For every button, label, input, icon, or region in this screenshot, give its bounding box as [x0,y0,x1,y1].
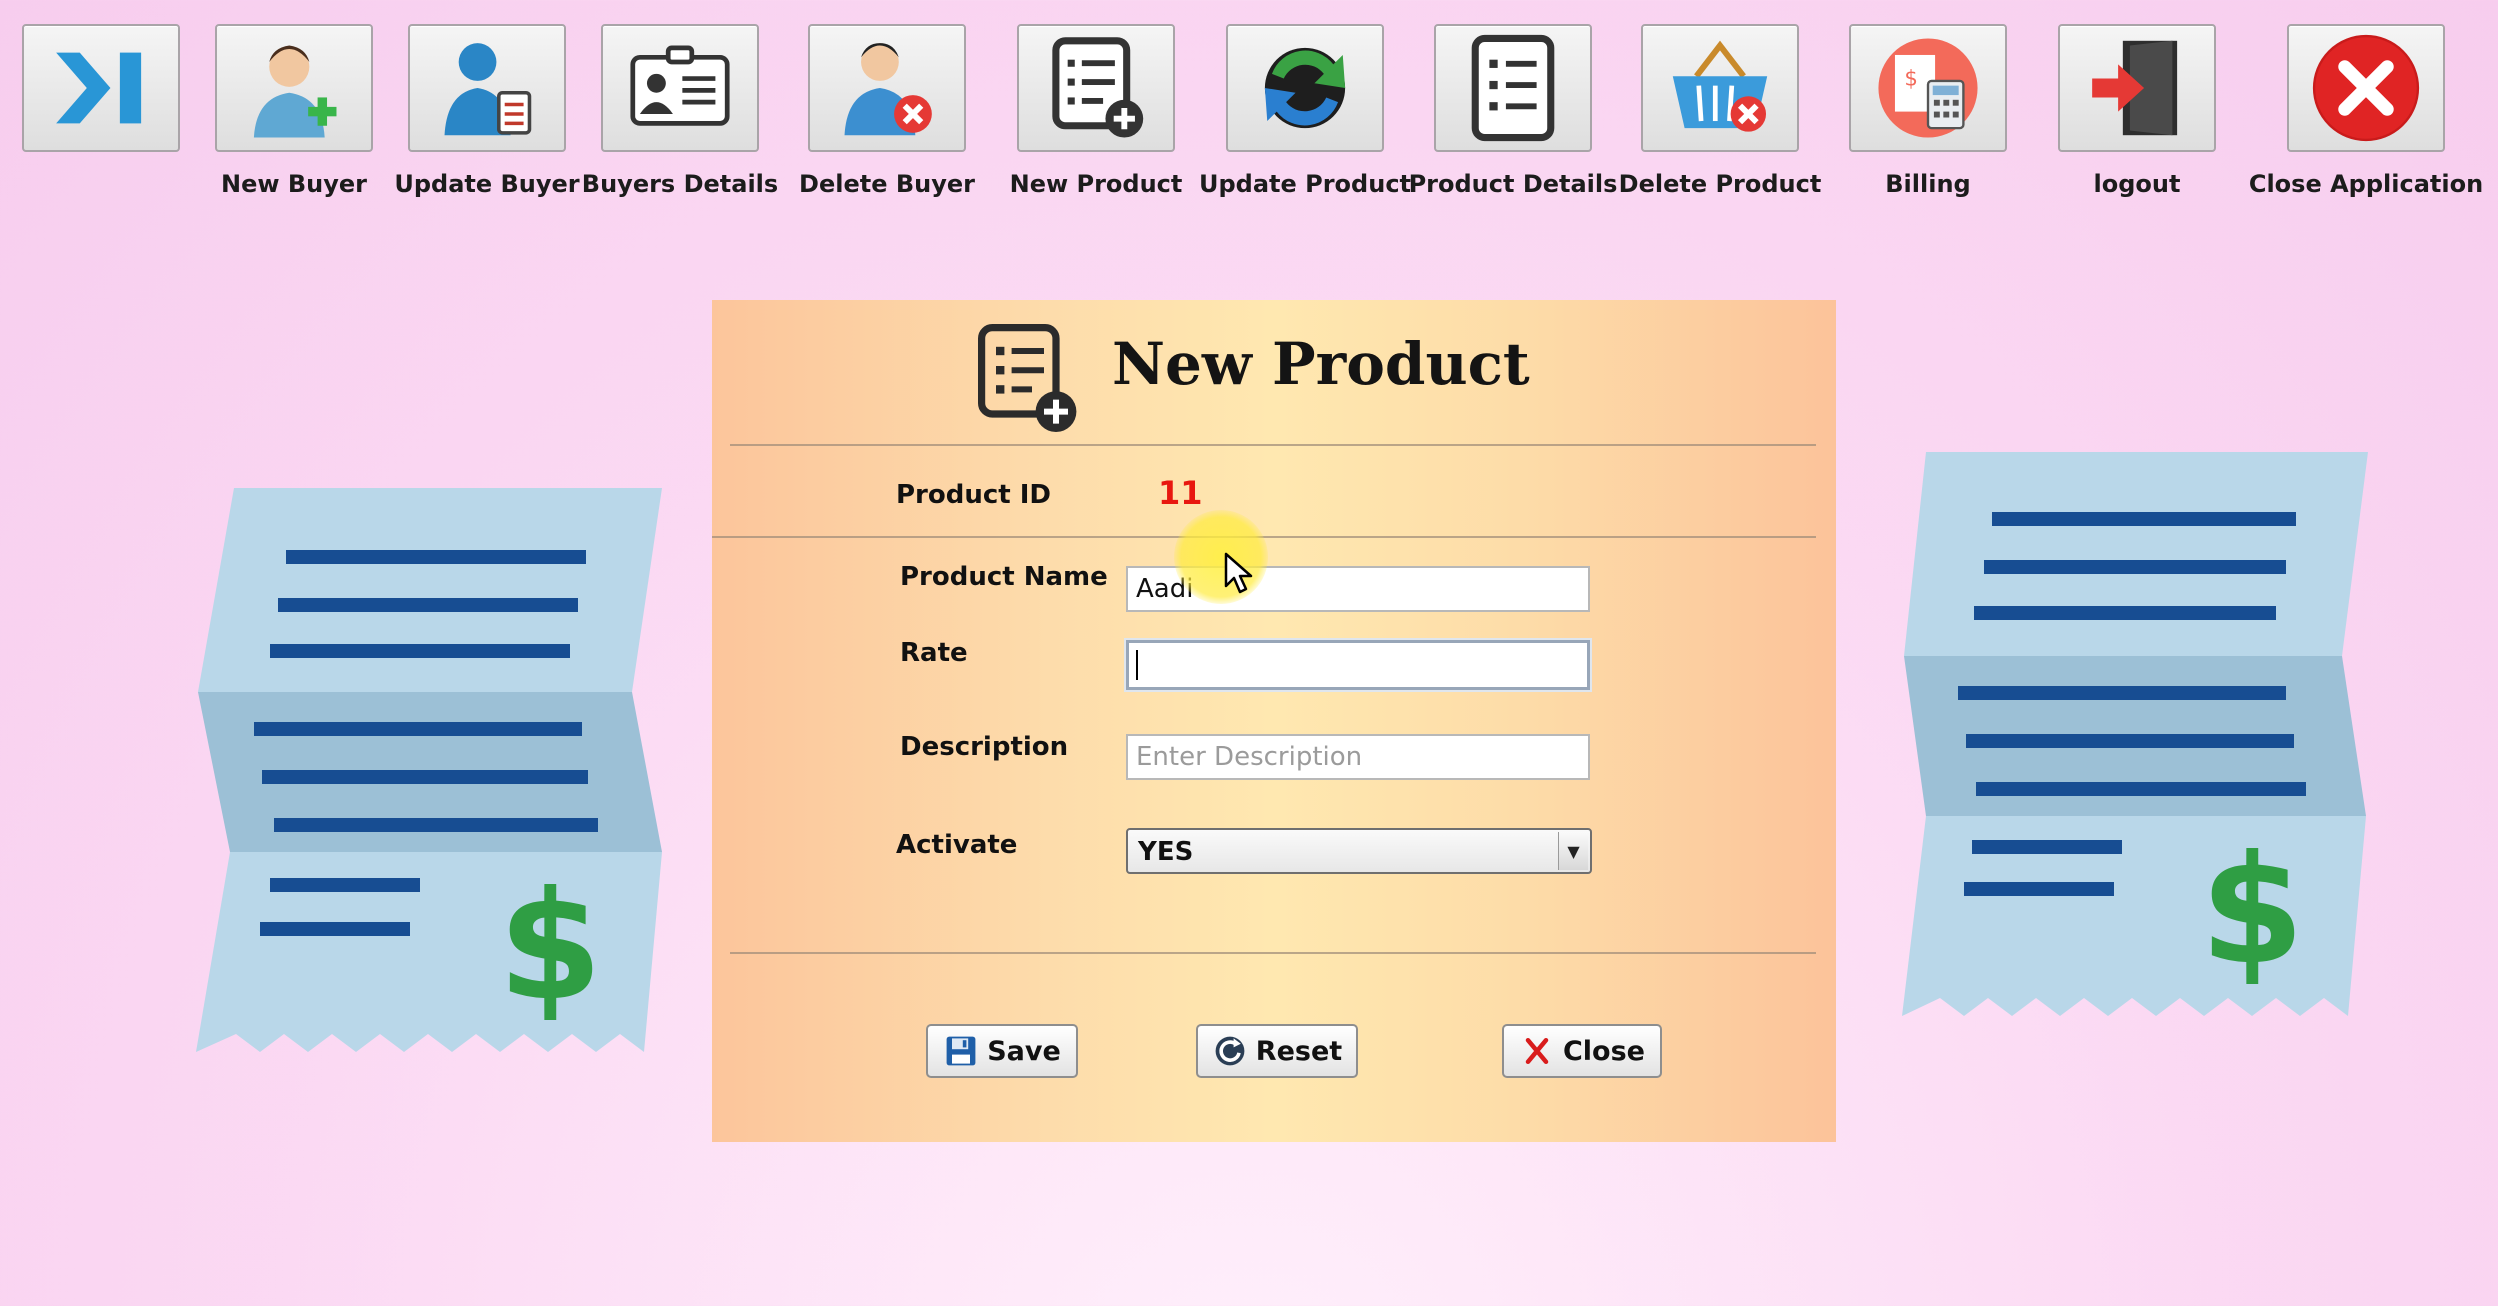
dropdown-arrow-icon[interactable]: ▼ [1558,832,1588,870]
new-product-icon [1052,37,1144,138]
toolbar-collapse-button[interactable] [22,24,180,152]
toolbar-new-buyer-button[interactable]: New Buyer [215,24,373,198]
close-button[interactable]: Close [1502,1024,1662,1078]
new-product-header-icon [978,324,1077,432]
form-title: New Product [1112,330,1530,398]
update-buyer-icon [444,43,532,136]
activate-select[interactable]: YES ▼ [1126,828,1592,874]
collapse-arrow-icon [56,52,142,124]
svg-text:$: $ [2200,824,2304,998]
receipt-illustration-right: $ [1898,450,2372,1030]
reset-button[interactable]: Reset [1196,1024,1358,1078]
toolbar-update-product-button[interactable]: Update Product [1199,24,1411,198]
save-label: Save [987,1035,1061,1067]
mouse-pointer-icon [1224,552,1253,594]
basket-delete-icon [1672,40,1768,132]
toolbar-logout-button[interactable]: logout [2058,24,2216,198]
toolbar-delete-product-button[interactable]: Delete Product [1619,24,1821,198]
product-name-label: Product Name [900,562,1108,592]
header-divider [730,444,1816,446]
reset-label: Reset [1255,1035,1343,1067]
toolbar-buyers-details-button[interactable]: Buyers Details [582,24,778,198]
toolbar-product-details-button[interactable]: Product Details [1409,24,1617,198]
close-label: Close [1562,1035,1645,1067]
billing-icon: $ [1878,38,1978,138]
svg-text:$: $ [498,860,602,1034]
delete-buyer-icon [844,43,932,136]
toolbar-new-product-button[interactable]: New Product [1010,24,1182,198]
refresh-icon [1264,47,1346,129]
toolbar-close-application-button[interactable]: Close Application [2249,24,2483,198]
svg-text:$: $ [1904,67,1918,92]
id-card-icon [630,45,730,126]
rate-input[interactable] [1126,640,1590,690]
toolbar-billing-button[interactable]: $ Billing [1849,24,2007,198]
receipt-left-icon: $ [196,488,662,1052]
save-button[interactable]: Save [926,1024,1078,1078]
close-circle-icon [2312,34,2420,142]
main-toolbar: New Buyer Update Buyer Buyers Details De… [0,0,2498,210]
new-product-form: New Product Product ID 11 Product Name R… [712,300,1836,1142]
floppy-disk-icon [946,1036,976,1066]
toolbar-delete-buyer-button[interactable]: Delete Buyer [799,24,975,198]
new-buyer-icon [253,45,337,138]
product-id-label: Product ID [896,480,1052,510]
reset-icon [1215,1036,1245,1066]
text-caret [1136,650,1138,680]
activate-selected-value: YES [1138,837,1194,867]
description-input[interactable] [1126,734,1590,780]
list-icon [1471,34,1555,142]
footer-divider [730,952,1816,954]
logout-door-icon [2092,40,2178,136]
product-id-value: 11 [1158,474,1203,512]
receipt-right-icon: $ [1902,452,2368,1016]
description-label: Description [900,732,1069,762]
receipt-illustration-left: $ [192,486,666,1066]
toolbar-update-buyer-button[interactable]: Update Buyer [394,24,580,198]
rate-label: Rate [900,638,968,668]
close-x-icon [1525,1037,1549,1065]
activate-label: Activate [896,830,1018,860]
